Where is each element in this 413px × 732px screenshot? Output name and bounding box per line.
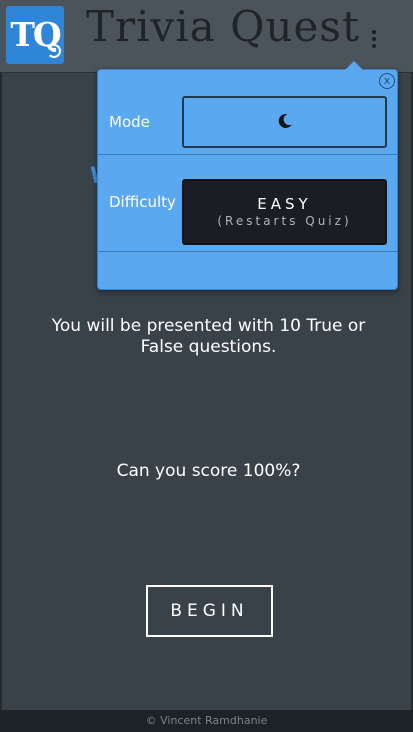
menu-dot <box>372 37 376 41</box>
mode-label: Mode <box>109 113 150 131</box>
menu-dot <box>372 44 376 48</box>
difficulty-value: EASY <box>257 195 312 213</box>
app-logo: TQ <box>6 6 64 64</box>
intro-text: You will be presented with 10 True or Fa… <box>51 316 366 357</box>
mode-toggle-button[interactable] <box>182 96 387 148</box>
more-vertical-icon[interactable] <box>359 24 389 54</box>
app-root: TQ Trivia Quest W You will be presented … <box>0 0 413 732</box>
difficulty-note: (Restarts Quiz) <box>217 214 352 228</box>
begin-button[interactable]: BEGIN <box>146 585 273 637</box>
menu-dot <box>372 30 376 34</box>
settings-divider <box>98 154 397 155</box>
moon-icon <box>278 113 292 128</box>
score-prompt: Can you score 100%? <box>116 461 301 481</box>
settings-popover: x Mode Difficulty EASY (Restarts Quiz) <box>97 61 398 290</box>
logo-swirl-icon <box>47 44 61 58</box>
difficulty-label: Difficulty <box>109 193 176 211</box>
settings-divider <box>98 251 397 252</box>
app-title: Trivia Quest <box>86 2 360 51</box>
footer-credit: © Vincent Ramdhanie <box>0 710 413 732</box>
difficulty-button[interactable]: EASY (Restarts Quiz) <box>182 179 387 245</box>
close-icon[interactable]: x <box>379 73 395 89</box>
popover-caret <box>345 61 363 70</box>
